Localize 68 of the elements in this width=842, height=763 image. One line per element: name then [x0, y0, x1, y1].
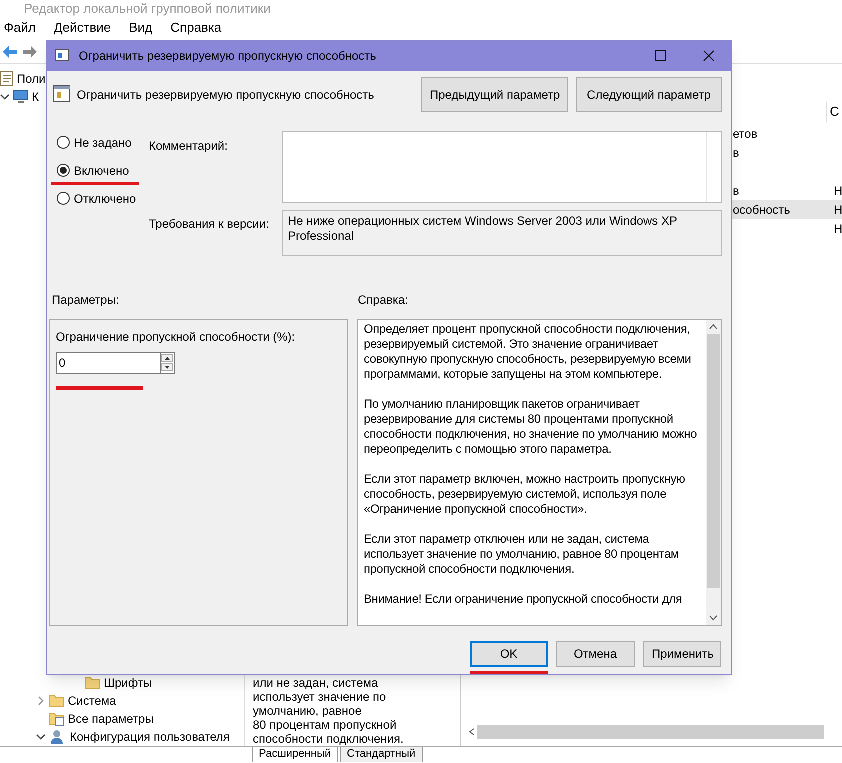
- document-icon: [0, 71, 14, 87]
- radio-label[interactable]: Не задано: [74, 134, 132, 152]
- radio-label[interactable]: Отключено: [74, 190, 136, 208]
- list-cell-text: Н: [834, 202, 842, 218]
- menu-item[interactable]: Справка: [170, 18, 222, 38]
- field-label: Требования к версии:: [149, 216, 270, 233]
- close-icon: [703, 50, 715, 62]
- radio-button[interactable]: [57, 164, 70, 178]
- tree-item[interactable]: Все параметры: [68, 710, 154, 728]
- computer-icon: [13, 89, 29, 105]
- spin-field[interactable]: 0: [56, 352, 160, 374]
- scrollbar-thumb[interactable]: [707, 334, 720, 588]
- help-text-line: или не задан, система: [253, 676, 380, 690]
- help-text-line: способности подключения.: [253, 732, 405, 746]
- dialog-button[interactable]: Применить: [643, 640, 721, 667]
- list-cell-text: Н: [834, 220, 842, 238]
- help-paragraph: По умолчанию планировщик пакетов ограничивает резервирование для системы 80 процентами пропускной способности подключения, но значение по умолчанию можно переопределить с помощью этого параметра.: [364, 396, 698, 457]
- help-paragraph: Если этот параметр включен, можно настроить пропускную способность, резервируемую системой, используя поле «Ограничение пропускной способности».: [364, 472, 686, 517]
- window-title: Редактор локальной групповой политики: [24, 0, 271, 16]
- scroll-down-icon: [709, 614, 718, 621]
- maximize-icon: [655, 50, 667, 62]
- list-cell-text: особность: [732, 202, 792, 218]
- menu-item[interactable]: Действие: [54, 18, 112, 38]
- tree-item[interactable]: Шрифты: [104, 674, 152, 692]
- forward-arrow-icon: [22, 44, 38, 58]
- policy-name: Ограничить резервируемую пропускную способность: [77, 87, 376, 104]
- list-cell-text: в: [732, 182, 740, 200]
- tab[interactable]: Расширенный: [252, 747, 338, 762]
- help-text-line: умолчанию, равное: [253, 704, 363, 718]
- requirements-text: Не ниже операционных систем Windows Server 2003 или Windows XP Professional: [287, 212, 678, 245]
- radio-button[interactable]: [57, 136, 70, 150]
- tree-item[interactable]: К: [32, 88, 39, 106]
- nav-button[interactable]: Следующий параметр: [576, 77, 722, 112]
- policy-icon: [55, 48, 71, 64]
- help-paragraph: Внимание! Если ограничение пропускной способности для: [364, 592, 684, 607]
- dialog-button[interactable]: Отмена: [556, 640, 635, 667]
- list-cell-text: в: [732, 144, 740, 162]
- radio-label[interactable]: Включено: [74, 162, 130, 180]
- tree-item[interactable]: Поли: [17, 70, 46, 88]
- back-arrow-icon: [2, 44, 18, 58]
- section-label: Параметры:: [51, 292, 120, 310]
- spinner-arrows-icon: [160, 352, 175, 374]
- dialog-button[interactable]: OK: [470, 640, 548, 667]
- menu-item[interactable]: Вид: [129, 18, 153, 38]
- help-paragraph: Если этот параметр отключен или не задан, система использует значение по умолчанию, равное 80 процентам пропускной способности подключения.: [364, 532, 680, 577]
- menu-item[interactable]: Файл: [4, 18, 36, 38]
- folder-settings-icon: [49, 711, 65, 727]
- tree-item[interactable]: Система: [68, 692, 116, 710]
- list-cell-text: етов: [732, 126, 759, 142]
- scrollbar-thumb[interactable]: [477, 724, 824, 738]
- field-label: Комментарий:: [149, 138, 229, 155]
- scroll-up-icon: [709, 324, 718, 330]
- dialog-title: Ограничить резервируемую пропускную способность: [79, 48, 378, 65]
- help-paragraph: Определяет процент пропускной способности подключения, резервируемый системой. Это значение ограничивает совокупную пропускную способность, резервируемую всеми программами, которые запущены на этом компьютере.: [364, 322, 692, 382]
- section-label: Справка:: [357, 292, 408, 310]
- tab[interactable]: Стандартный: [340, 747, 423, 762]
- option-label: Ограничение пропускной способности (%):: [56, 328, 296, 346]
- policy-icon: [53, 85, 71, 103]
- scroll-left-icon: [469, 728, 475, 736]
- folder-icon: [49, 694, 65, 708]
- help-text-line: 80 процентам пропускной: [253, 718, 398, 732]
- help-text-line: использует значение по: [253, 690, 388, 704]
- list-cell-text: Н: [834, 182, 842, 200]
- radio-button[interactable]: [57, 192, 70, 206]
- nav-button[interactable]: Предыдущий параметр: [421, 77, 568, 112]
- tree-item[interactable]: Конфигурация пользователя: [70, 728, 230, 746]
- comment-field[interactable]: [282, 130, 722, 203]
- column-header[interactable]: С: [826, 102, 842, 122]
